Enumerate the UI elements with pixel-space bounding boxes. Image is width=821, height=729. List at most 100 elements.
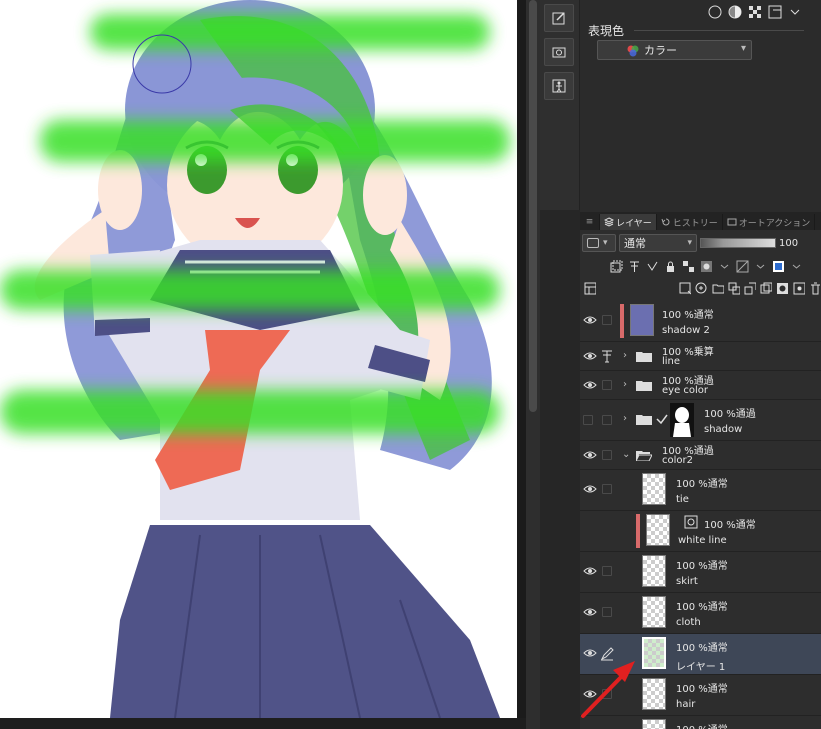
combine-icon[interactable] [744, 282, 757, 295]
tab-layer[interactable]: レイヤー [600, 214, 657, 230]
layer-row[interactable]: 100 %通常 [580, 716, 821, 729]
vector-layer-icon [684, 515, 698, 529]
pen-icon[interactable] [600, 647, 614, 661]
drawing-canvas[interactable] [0, 0, 517, 718]
layer-row[interactable]: › 100 %通過 eye color [580, 371, 821, 400]
layer-name: color2 [662, 455, 693, 466]
lock-transparency-icon[interactable] [682, 260, 695, 273]
layer-thumbnail [642, 555, 666, 587]
apply-mask-icon[interactable] [793, 282, 805, 295]
layer-name: cloth [676, 617, 701, 628]
history-icon [661, 218, 670, 226]
opacity-slider[interactable] [700, 238, 776, 248]
edit-tool-button[interactable] [544, 4, 574, 32]
new-vector-layer-icon[interactable] [695, 282, 707, 295]
layer-row[interactable]: › 100 %乗算 line [580, 342, 821, 371]
layer-row[interactable]: 100 %通常 white line [580, 511, 821, 552]
folder-icon [636, 415, 652, 425]
eye-icon[interactable] [583, 450, 597, 460]
panel-menu-icon[interactable]: ≡ [580, 214, 600, 230]
eye-icon[interactable] [583, 351, 597, 361]
transfer-down-icon[interactable] [728, 282, 740, 295]
eye-icon[interactable] [583, 689, 597, 699]
copy-layer-icon[interactable] [760, 282, 773, 295]
chevron-right-icon[interactable]: › [623, 379, 627, 390]
folder-icon [636, 352, 652, 362]
canvas-divider [517, 0, 526, 718]
layer-row[interactable]: 100 %通常 cloth [580, 593, 821, 634]
eye-icon[interactable] [583, 380, 597, 390]
eye-icon[interactable] [583, 566, 597, 576]
camera-tool-button[interactable] [544, 38, 574, 66]
open-folder-icon [636, 451, 652, 461]
layer-row[interactable]: 100 %通常 shadow 2 [580, 301, 821, 342]
eye-icon[interactable] [583, 315, 597, 325]
edit-icon [552, 12, 565, 25]
chevron-right-icon[interactable]: › [623, 413, 627, 424]
layer-mode: 100 %通常 [676, 602, 728, 613]
layer-mode: 100 %通常 [704, 520, 756, 531]
layer-property-icon[interactable] [584, 282, 597, 295]
layer-row[interactable]: 100 %通常 skirt [580, 552, 821, 593]
square-icon [587, 238, 599, 248]
vertical-scrollbar[interactable] [526, 0, 540, 729]
new-folder-icon[interactable] [712, 282, 724, 295]
add-mask-icon[interactable] [776, 282, 789, 295]
delete-icon[interactable] [809, 282, 821, 295]
draft-icon[interactable] [646, 260, 659, 273]
layer-mode: 100 %通常 [662, 310, 714, 321]
layer-row[interactable]: 100 %通常 tie [580, 470, 821, 511]
checker-icon[interactable] [747, 4, 763, 20]
layer-lock-toggle[interactable] [602, 415, 612, 425]
chevron-right-icon[interactable]: › [623, 350, 627, 361]
layer-row[interactable]: › 100 %通過 shadow [580, 400, 821, 441]
layer-lock-toggle[interactable] [602, 566, 612, 576]
tab-history[interactable]: ヒストリー [657, 214, 723, 230]
chevron-down-icon[interactable] [790, 260, 803, 273]
clip-icon[interactable] [610, 260, 623, 273]
scrollbar-thumb[interactable] [529, 0, 537, 412]
eye-icon[interactable] [583, 607, 597, 617]
lock-icon[interactable] [664, 260, 677, 273]
layer-lock-toggle[interactable] [602, 450, 612, 460]
layer-lock-toggle[interactable] [602, 315, 612, 325]
blend-mode-select[interactable]: 通常 ▾ [619, 234, 697, 252]
layer-row-selected[interactable]: 100 %通常 レイヤー 1 [580, 634, 821, 675]
layer-row[interactable]: 100 %通常 hair [580, 675, 821, 716]
mask-icon[interactable] [700, 260, 713, 273]
layer-lock-toggle[interactable] [602, 607, 612, 617]
layer-name: hair [676, 699, 696, 710]
halftone-circle-icon[interactable] [727, 4, 743, 20]
layer-lock-toggle[interactable] [602, 689, 612, 699]
eye-icon[interactable] [583, 648, 597, 658]
chevron-down-icon[interactable] [718, 260, 731, 273]
expression-color-select[interactable]: カラー ▾ [597, 40, 752, 60]
layer-lock-toggle[interactable] [602, 484, 612, 494]
layer-square-icon[interactable] [767, 4, 783, 20]
layer-lock-toggle[interactable] [602, 380, 612, 390]
reference-layer-icon[interactable] [600, 349, 614, 363]
chevron-down-icon[interactable]: ⌄ [622, 449, 630, 460]
visibility-toggle-off[interactable] [583, 415, 593, 425]
panel-tabs: ≡ レイヤー ヒストリー オートアクション [580, 212, 821, 230]
circle-icon[interactable] [707, 4, 723, 20]
chevron-down-icon[interactable] [754, 260, 767, 273]
tab-auto-action[interactable]: オートアクション [723, 214, 816, 230]
layer-color-select[interactable]: ▾ [582, 234, 616, 252]
blend-mode-value: 通常 [624, 237, 646, 250]
chevron-down-icon[interactable] [787, 4, 803, 20]
color-circles-icon [627, 45, 639, 57]
eye-icon[interactable] [583, 484, 597, 494]
layer-color-icon[interactable] [772, 260, 785, 273]
layer-name: skirt [676, 576, 698, 587]
opacity-value[interactable]: 100 [779, 238, 798, 249]
reference-icon[interactable] [628, 260, 641, 273]
layer-row[interactable]: ⌄ 100 %通過 color2 [580, 441, 821, 470]
figure-tool-button[interactable] [544, 72, 574, 100]
mask-off-icon[interactable] [736, 260, 749, 273]
layer-mode: 100 %通常 [676, 721, 728, 729]
layer-list[interactable]: 100 %通常 shadow 2 › 100 %乗算 line › 100 %通… [580, 301, 821, 729]
layer-color-marker [636, 514, 640, 548]
camera-icon [552, 47, 566, 58]
new-raster-layer-icon[interactable] [679, 282, 692, 295]
